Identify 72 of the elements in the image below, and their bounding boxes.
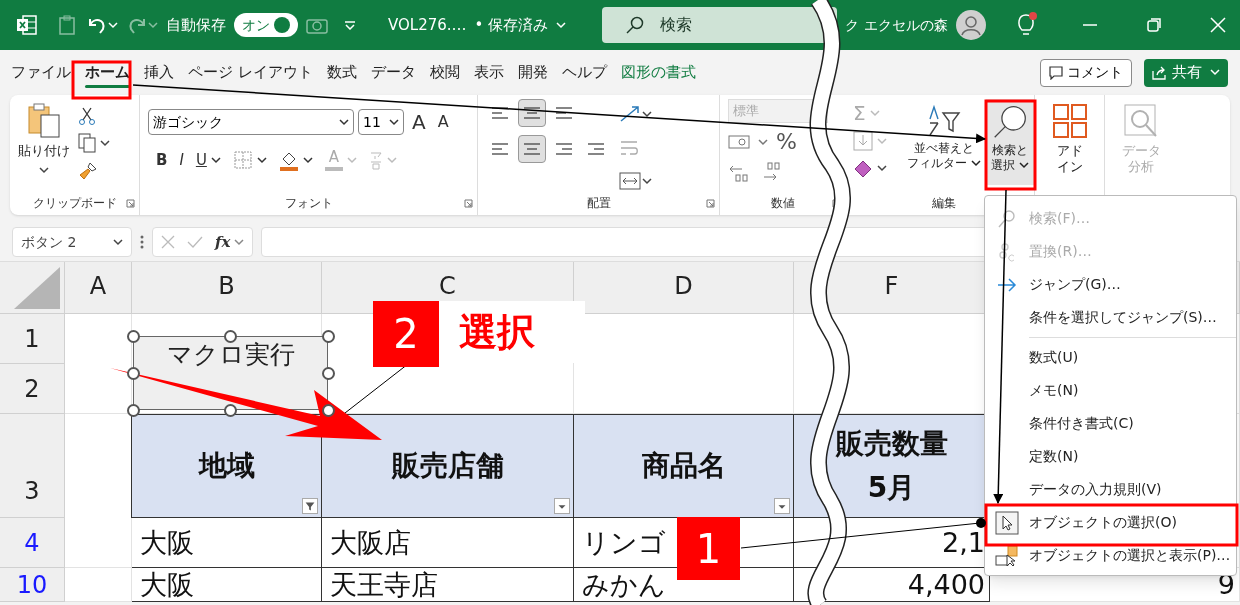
step-badge: 2: [373, 301, 439, 367]
insert-function-button[interactable]: fx: [215, 230, 231, 254]
ribbon-tab[interactable]: データ: [363, 55, 423, 90]
table-cell: みかん: [582, 571, 666, 598]
column-header[interactable]: C: [439, 268, 456, 304]
shrink-font-button[interactable]: A: [433, 110, 453, 134]
sort-filter-button[interactable]: 並べ替えと フィルター: [902, 103, 986, 191]
menu-item[interactable]: 条件を選択してジャンプ(S)…: [985, 301, 1236, 334]
macro-button[interactable]: マクロ実行: [133, 336, 328, 410]
table-header-cell: 販売数量: [835, 430, 948, 458]
table-cell: 大阪: [140, 571, 194, 598]
table-cell: 天王寺店: [330, 571, 438, 598]
row-header[interactable]: 4: [24, 524, 40, 561]
autosave-toggle[interactable]: オン: [234, 13, 298, 37]
row-header[interactable]: 1: [24, 320, 40, 357]
find-select-button[interactable]: 検索と 選択: [986, 99, 1034, 185]
share-button[interactable]: 共有: [1144, 58, 1228, 87]
column-header[interactable]: F: [884, 268, 899, 304]
italic-button[interactable]: I: [179, 149, 184, 172]
file-name: VOL276.…: [388, 14, 467, 36]
row-header[interactable]: 3: [24, 473, 40, 509]
ribbon-tab[interactable]: ページ レイアウト: [181, 55, 320, 90]
percent-button[interactable]: %: [776, 131, 797, 153]
user-name[interactable]: ク エクセルの森: [845, 14, 948, 36]
menu-item[interactable]: 条件付き書式(C): [985, 407, 1236, 440]
ribbon-tab[interactable]: 表示: [466, 55, 511, 90]
ribbon-tab[interactable]: 開発: [510, 55, 555, 90]
column-header[interactable]: D: [674, 268, 693, 304]
ribbon-tab[interactable]: ファイル: [4, 55, 78, 90]
table-cell: 4,400: [907, 571, 985, 598]
group-label: フォント: [284, 195, 333, 212]
menu-item[interactable]: 数式(U): [985, 341, 1236, 374]
table-cell: 大阪店: [330, 529, 411, 556]
table-header-cell: 商品名: [641, 452, 726, 480]
font-name-dropdown[interactable]: 游ゴシック: [148, 109, 354, 135]
menu-item[interactable]: メモ(N): [985, 374, 1236, 407]
ribbon-tab[interactable]: 校閲: [422, 55, 467, 90]
grow-font-button[interactable]: A: [408, 107, 430, 137]
table-header-cell: 5月: [867, 474, 916, 502]
column-header[interactable]: A: [89, 268, 107, 304]
menu-item[interactable]: オブジェクトの選択(O): [985, 506, 1236, 539]
menu-item[interactable]: ジャンプ(G)…: [985, 268, 1236, 301]
group-label: 配置: [586, 195, 611, 212]
save-status[interactable]: • 保存済み: [474, 13, 549, 37]
comment-button[interactable]: コメント: [1040, 58, 1132, 87]
table-header-cell: 販売店舗: [391, 452, 504, 480]
ribbon-tab[interactable]: 数式: [319, 55, 364, 90]
name-box[interactable]: ボタン 2: [12, 227, 132, 257]
paste-button[interactable]: 貼り付け: [18, 103, 70, 175]
ribbon-tab[interactable]: ヘルプ: [554, 55, 614, 90]
autosave-label: 自動保存: [166, 14, 226, 36]
column-header[interactable]: B: [218, 268, 235, 304]
row-header[interactable]: 2: [24, 370, 40, 407]
table-header-cell: 地域: [198, 452, 255, 480]
font-size-dropdown[interactable]: 11: [358, 109, 404, 135]
table-cell: 大阪: [140, 529, 194, 556]
ribbon-tab[interactable]: 挿入: [137, 55, 181, 90]
step-badge: 1: [677, 517, 740, 580]
menu-item[interactable]: 定数(N): [985, 440, 1236, 473]
group-label: 数値: [770, 195, 795, 212]
add-ins-button[interactable]: アド イン: [1035, 95, 1104, 176]
callout-caption: 選択: [439, 301, 585, 363]
group-label: 編集: [931, 195, 956, 212]
underline-button[interactable]: U: [195, 149, 207, 172]
table-cell: リンゴ: [582, 529, 666, 556]
table-cell: 2,1: [942, 529, 985, 556]
menu-item[interactable]: オブジェクトの選択と表示(P)…: [985, 539, 1236, 572]
group-label: クリップボード: [32, 195, 117, 212]
bold-button[interactable]: B: [156, 149, 168, 172]
search-field[interactable]: 検索: [602, 7, 838, 43]
menu-item[interactable]: データの入力規則(V): [985, 473, 1236, 506]
ribbon-tab[interactable]: 図形の書式: [613, 55, 703, 90]
